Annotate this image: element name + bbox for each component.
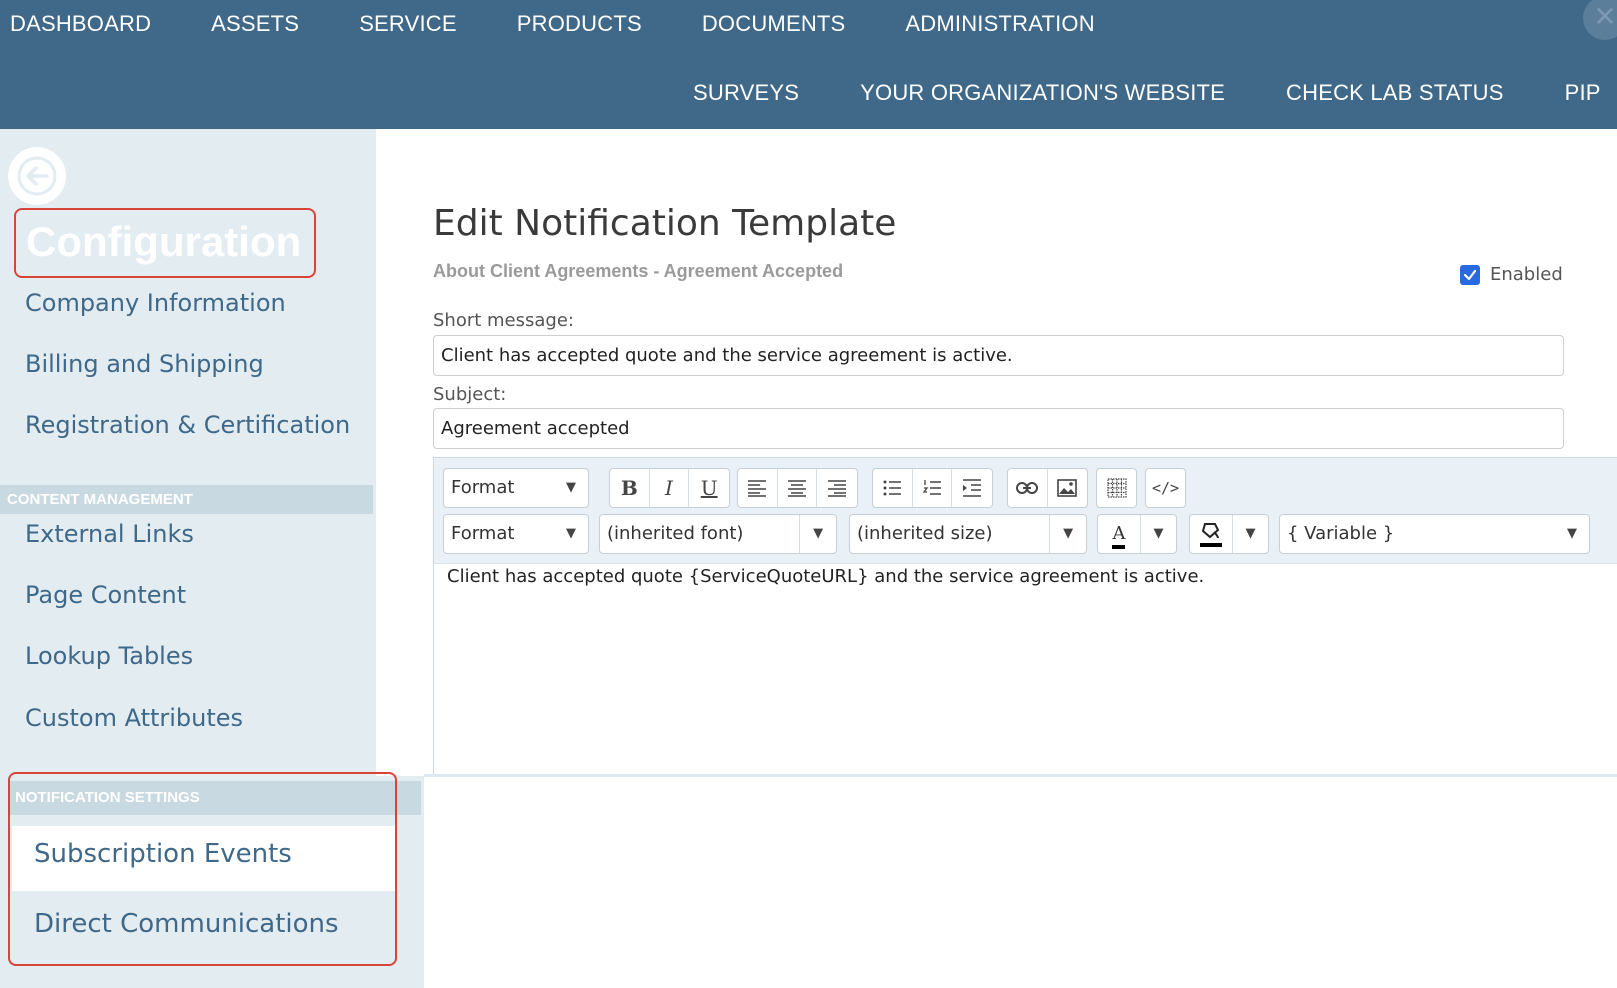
subject-input[interactable]: [433, 408, 1564, 449]
alignment-group: [737, 468, 858, 508]
chevron-down-icon[interactable]: ▼: [1233, 515, 1268, 553]
highlight-color-picker[interactable]: ▼: [1189, 514, 1269, 554]
nav-pip[interactable]: PIP: [1565, 80, 1601, 106]
variable-select-label: { Variable }: [1287, 523, 1395, 544]
nav-row-primary: DASHBOARD ASSETS SERVICE PRODUCTS DOCUME…: [10, 11, 1155, 37]
top-navigation: DASHBOARD ASSETS SERVICE PRODUCTS DOCUME…: [0, 0, 1617, 129]
checkmark-icon: [1463, 269, 1477, 280]
editor-bottom-divider: [424, 774, 1617, 777]
text-color-icon[interactable]: A: [1098, 515, 1141, 553]
sidebar-item-company-information[interactable]: Company Information: [25, 289, 286, 317]
editor-toolbar: Format ▼ B I U </> Format ▼ (inherited f…: [434, 458, 1617, 564]
source-code-icon[interactable]: </>: [1146, 469, 1185, 507]
underline-icon[interactable]: U: [689, 469, 729, 507]
chevron-down-icon: ▼: [1567, 526, 1577, 541]
chevron-down-icon[interactable]: ▼: [1141, 515, 1176, 553]
variable-select[interactable]: { Variable } ▼: [1279, 514, 1590, 554]
sidebar-item-billing-shipping[interactable]: Billing and Shipping: [25, 350, 264, 378]
align-right-icon[interactable]: [817, 469, 857, 507]
nav-dashboard[interactable]: DASHBOARD: [10, 11, 151, 37]
indent-icon[interactable]: [952, 469, 992, 507]
subject-label: Subject:: [433, 384, 507, 405]
chevron-down-icon[interactable]: ▼: [800, 515, 836, 553]
table-group: [1096, 468, 1137, 508]
section-content-management: CONTENT MANAGEMENT: [0, 485, 373, 514]
insert-group: [1007, 468, 1088, 508]
numbered-list-icon[interactable]: [913, 469, 953, 507]
enabled-toggle[interactable]: Enabled: [1460, 264, 1563, 285]
format-select-2[interactable]: Format ▼: [443, 514, 589, 554]
nav-row-secondary: SURVEYS YOUR ORGANIZATION'S WEBSITE CHEC…: [693, 80, 1617, 106]
font-size-value: (inherited size): [850, 515, 1051, 553]
bullet-list-icon[interactable]: [873, 469, 913, 507]
nav-documents[interactable]: DOCUMENTS: [702, 11, 846, 37]
highlight-icon[interactable]: [1190, 515, 1233, 553]
chevron-down-icon: ▼: [566, 526, 576, 541]
nav-organization-website[interactable]: YOUR ORGANIZATION'S WEBSITE: [860, 80, 1225, 106]
sidebar-item-custom-attributes[interactable]: Custom Attributes: [25, 704, 243, 732]
nav-assets[interactable]: ASSETS: [211, 11, 299, 37]
sidebar-title: Configuration: [14, 208, 316, 278]
list-group: [872, 468, 993, 508]
page-subtitle: About Client Agreements - Agreement Acce…: [433, 261, 844, 281]
nav-surveys[interactable]: SURVEYS: [693, 80, 799, 106]
arrow-left-icon: [17, 156, 57, 196]
sidebar-item-registration-certification[interactable]: Registration & Certification: [25, 411, 350, 439]
sidebar-item-external-links[interactable]: External Links: [25, 520, 194, 548]
table-icon[interactable]: [1097, 469, 1136, 507]
source-group: </>: [1145, 468, 1186, 508]
chevron-down-icon[interactable]: ▼: [1050, 515, 1086, 553]
italic-icon[interactable]: I: [650, 469, 690, 507]
enabled-checkbox[interactable]: [1460, 264, 1480, 285]
font-size-select[interactable]: (inherited size) ▼: [849, 514, 1087, 554]
format-select-1-label: Format: [451, 477, 515, 498]
editor-content[interactable]: Client has accepted quote {ServiceQuoteU…: [447, 566, 1204, 587]
text-color-picker[interactable]: A ▼: [1097, 514, 1177, 554]
nav-check-lab-status[interactable]: CHECK LAB STATUS: [1286, 80, 1504, 106]
notification-settings-highlight: [8, 772, 397, 966]
font-family-select[interactable]: (inherited font) ▼: [599, 514, 837, 554]
font-family-value: (inherited font): [600, 515, 801, 553]
image-icon[interactable]: [1048, 469, 1088, 507]
format-select-2-label: Format: [451, 523, 515, 544]
enabled-label: Enabled: [1490, 264, 1563, 285]
link-icon[interactable]: [1008, 469, 1048, 507]
text-style-group: B I U: [609, 468, 730, 508]
align-left-icon[interactable]: [738, 469, 778, 507]
short-message-label: Short message:: [433, 310, 574, 331]
sidebar-item-page-content[interactable]: Page Content: [25, 581, 186, 609]
short-message-input[interactable]: [433, 335, 1564, 376]
chevron-down-icon: ▼: [566, 480, 576, 495]
back-button[interactable]: [8, 147, 66, 205]
nav-products[interactable]: PRODUCTS: [517, 11, 642, 37]
align-center-icon[interactable]: [778, 469, 818, 507]
sidebar-item-lookup-tables[interactable]: Lookup Tables: [25, 642, 193, 670]
rich-text-editor: Format ▼ B I U </> Format ▼ (inherited f…: [433, 457, 1617, 775]
bold-icon[interactable]: B: [610, 469, 650, 507]
page-title: Edit Notification Template: [433, 203, 897, 244]
format-select-1[interactable]: Format ▼: [443, 468, 589, 508]
nav-administration[interactable]: ADMINISTRATION: [905, 11, 1094, 37]
nav-service[interactable]: SERVICE: [359, 11, 457, 37]
close-icon[interactable]: ✕: [1583, 0, 1617, 40]
